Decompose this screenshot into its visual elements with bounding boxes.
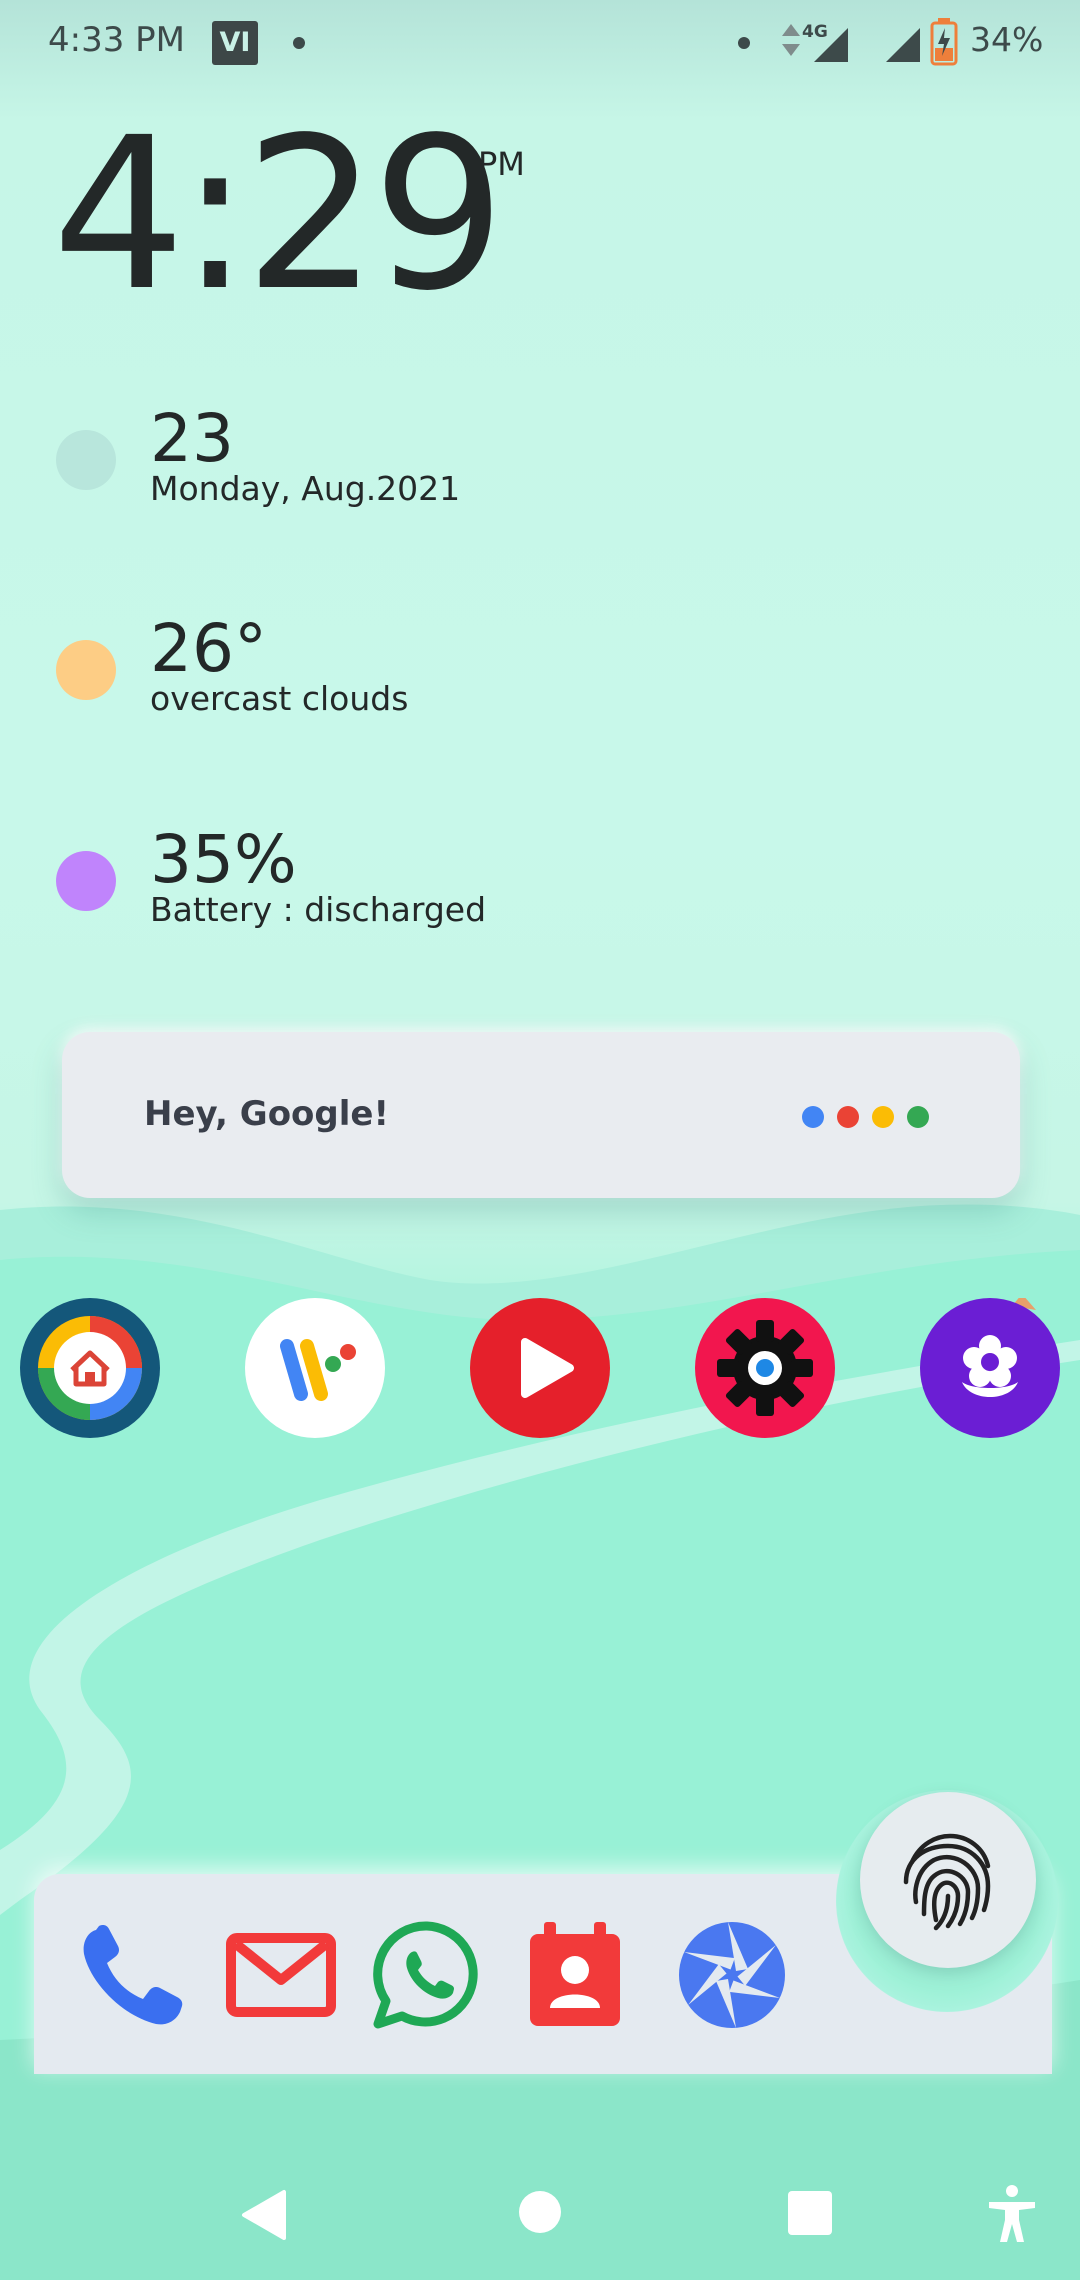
signal-icon — [886, 28, 920, 62]
accessibility-icon[interactable] — [986, 2184, 1038, 2244]
battery-label: Battery : discharged — [150, 890, 487, 929]
google-dot-blue-icon — [802, 1106, 824, 1128]
back-icon[interactable] — [240, 2188, 290, 2242]
battery-percent: 34% — [970, 20, 1044, 59]
recents-icon[interactable] — [787, 2190, 833, 2236]
google-dot-yellow-icon — [872, 1106, 894, 1128]
weather-label: overcast clouds — [150, 679, 409, 718]
google-assistant-bar[interactable]: Hey, Google! — [62, 1032, 1020, 1198]
notification-dot-icon — [293, 37, 305, 49]
notification-dot-icon — [738, 37, 750, 49]
weather-dot-icon — [56, 640, 116, 700]
contacts-icon[interactable] — [520, 1920, 630, 2030]
clock-ampm: PM — [478, 145, 525, 183]
phone-icon[interactable] — [76, 1920, 186, 2030]
status-bar: 4:33 PM VI 4G 34% — [0, 0, 1080, 90]
date-dot-icon — [56, 430, 116, 490]
wallet-icon[interactable] — [245, 1298, 385, 1438]
mail-icon[interactable] — [226, 1920, 336, 2030]
google-home-icon[interactable] — [20, 1298, 160, 1438]
carrier-logo: VI — [212, 21, 258, 65]
google-dot-green-icon — [907, 1106, 929, 1128]
battery-value: 35% — [150, 821, 297, 898]
date-day: 23 — [150, 400, 234, 477]
clock-time[interactable]: 4:29 — [52, 110, 506, 320]
whatsapp-icon[interactable] — [372, 1920, 482, 2030]
youtube-icon[interactable] — [470, 1298, 610, 1438]
battery-dot-icon — [56, 851, 116, 911]
camera-shutter-icon[interactable] — [677, 1920, 787, 2030]
weather-temp: 26° — [150, 610, 267, 687]
navigation-bar — [0, 2140, 1080, 2280]
weather-row[interactable]: 26° overcast clouds — [56, 610, 756, 720]
status-time: 4:33 PM — [48, 20, 185, 60]
date-label: Monday, Aug.2021 — [150, 469, 461, 508]
data-arrows-icon — [782, 24, 800, 56]
home-icon[interactable] — [518, 2190, 562, 2234]
signal-icon — [814, 28, 848, 62]
date-row[interactable]: 23 Monday, Aug.2021 — [56, 400, 756, 510]
flower-icon[interactable] — [920, 1298, 1060, 1438]
google-dot-red-icon — [837, 1106, 859, 1128]
battery-row[interactable]: 35% Battery : discharged — [56, 821, 756, 931]
battery-icon — [930, 18, 958, 66]
settings-icon[interactable] — [695, 1298, 835, 1438]
google-bar-text: Hey, Google! — [144, 1094, 389, 1134]
fingerprint-icon[interactable] — [860, 1792, 1036, 1968]
